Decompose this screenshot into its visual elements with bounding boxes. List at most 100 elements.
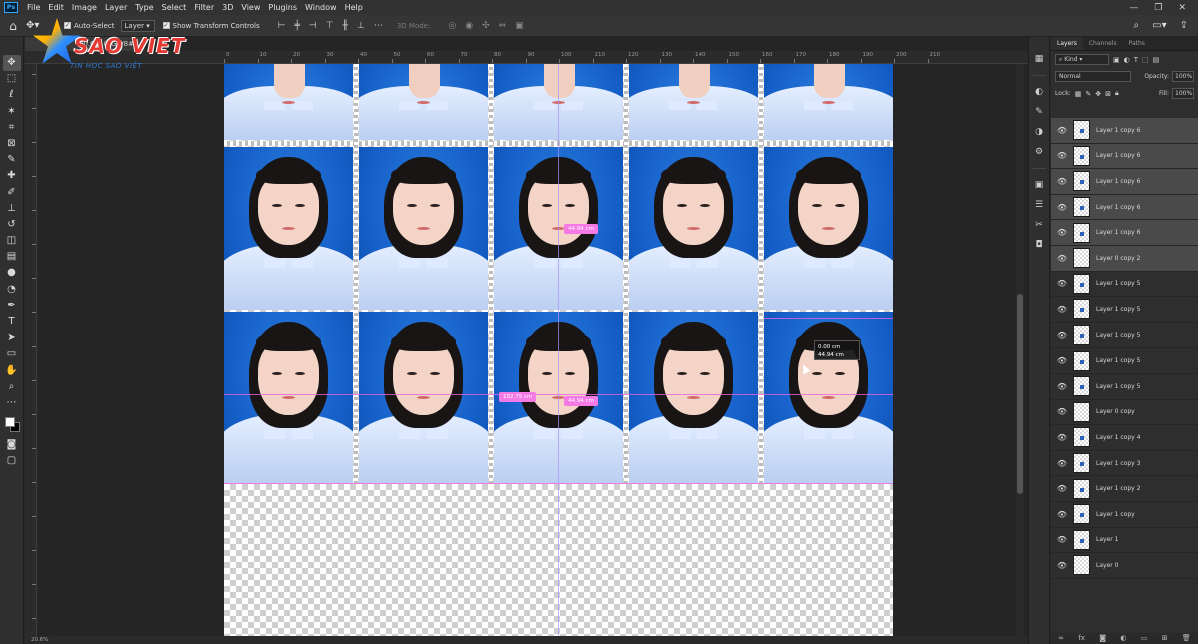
- visibility-eye-icon[interactable]: 👁︎: [1051, 203, 1073, 212]
- link-layers-icon[interactable]: ∞: [1058, 633, 1064, 644]
- layer-row[interactable]: 👁︎ Layer 0 copy: [1051, 400, 1198, 426]
- visibility-eye-icon[interactable]: 👁︎: [1051, 279, 1073, 288]
- visibility-eye-icon[interactable]: 👁︎: [1051, 459, 1073, 468]
- maximize-icon[interactable]: ❐: [1154, 3, 1162, 13]
- layer-row[interactable]: 👁︎ Layer 1 copy 5: [1051, 374, 1198, 400]
- visibility-eye-icon[interactable]: 👁︎: [1051, 177, 1073, 186]
- zoom-level[interactable]: 20.6%: [31, 637, 48, 643]
- layer-row[interactable]: 👁︎ Layer 1 copy 4: [1051, 425, 1198, 451]
- color-panel-icon[interactable]: ◐: [1031, 84, 1047, 100]
- menu-image[interactable]: Image: [68, 3, 101, 12]
- layer-style-icon[interactable]: fx: [1078, 633, 1085, 644]
- tab-paths[interactable]: Paths: [1123, 37, 1151, 50]
- eraser-tool-icon[interactable]: ◫: [3, 233, 21, 249]
- layer-row[interactable]: 👁︎ Layer 1 copy 6: [1051, 143, 1198, 170]
- clone-stamp-tool-icon[interactable]: ⊥: [3, 201, 21, 217]
- blend-mode-dropdown[interactable]: Normal: [1055, 71, 1131, 82]
- kind-filter-dropdown[interactable]: ⌕ Kind ▾: [1055, 54, 1109, 65]
- layer-row[interactable]: 👁︎ Layer 1 copy 5: [1051, 348, 1198, 374]
- id-photo-layer[interactable]: [224, 147, 353, 310]
- align-right-icon[interactable]: ⊣: [309, 21, 317, 31]
- opacity-input[interactable]: 100%: [1172, 71, 1194, 82]
- layer-row[interactable]: 👁︎ Layer 1 copy 6: [1051, 169, 1198, 195]
- 3d-roll-icon[interactable]: ◉: [465, 21, 473, 31]
- menu-edit[interactable]: Edit: [44, 3, 68, 12]
- info-panel-icon[interactable]: ✂: [1031, 217, 1047, 233]
- menu-layer[interactable]: Layer: [101, 3, 131, 12]
- id-photo-layer[interactable]: [359, 64, 488, 140]
- magic-wand-tool-icon[interactable]: ✶: [3, 104, 21, 120]
- filter-shape-icon[interactable]: ⬚: [1142, 56, 1149, 64]
- scrollbar-thumb[interactable]: [1017, 294, 1023, 494]
- new-group-icon[interactable]: ▭: [1141, 633, 1148, 644]
- visibility-eye-icon[interactable]: 👁︎: [1051, 228, 1073, 237]
- menu-file[interactable]: File: [23, 3, 44, 12]
- fill-input[interactable]: 100%: [1172, 88, 1194, 99]
- photoshop-app-icon[interactable]: Ps: [4, 2, 18, 13]
- layer-row[interactable]: 👁︎ Layer 1: [1051, 528, 1198, 554]
- trash-icon[interactable]: 🗑︎: [1182, 633, 1191, 644]
- paths-panel-icon[interactable]: ◘: [1031, 237, 1047, 253]
- layer-row[interactable]: 👁︎ Layer 0 copy 2: [1051, 245, 1198, 272]
- layer-row[interactable]: 👁︎ Layer 1 copy 3: [1051, 451, 1198, 477]
- visibility-eye-icon[interactable]: 👁︎: [1051, 484, 1073, 493]
- id-photo-layer[interactable]: [224, 312, 353, 483]
- more-tools-icon[interactable]: ⋯: [3, 395, 21, 411]
- menu-window[interactable]: Window: [301, 3, 341, 12]
- marquee-tool-icon[interactable]: ⬚: [3, 71, 21, 87]
- brush-panel-icon[interactable]: ✎: [1031, 104, 1047, 120]
- type-tool-icon[interactable]: T: [3, 314, 21, 330]
- layer-row[interactable]: 👁︎ Layer 1 copy 2: [1051, 476, 1198, 502]
- 3d-scale-icon[interactable]: ▣: [515, 21, 524, 31]
- visibility-eye-icon[interactable]: 👁︎: [1051, 510, 1073, 519]
- filter-pixel-icon[interactable]: ▣: [1113, 56, 1120, 64]
- libraries-panel-icon[interactable]: ▣: [1031, 177, 1047, 193]
- layer-row[interactable]: 👁︎ Layer 0: [1051, 553, 1198, 579]
- id-photo-layer[interactable]: [359, 312, 488, 483]
- id-photo-layer[interactable]: [359, 147, 488, 310]
- visibility-eye-icon[interactable]: 👁︎: [1051, 254, 1073, 263]
- zoom-tool-icon[interactable]: ⌕: [3, 379, 21, 395]
- home-icon[interactable]: ⌂: [0, 19, 26, 33]
- gradient-tool-icon[interactable]: ▤: [3, 249, 21, 265]
- filter-smart-object-icon[interactable]: ▤: [1153, 56, 1160, 64]
- visibility-eye-icon[interactable]: 👁︎: [1051, 151, 1073, 160]
- align-bottom-icon[interactable]: ⊥: [357, 21, 365, 31]
- menu-3d[interactable]: 3D: [218, 3, 237, 12]
- visibility-eye-icon[interactable]: 👁︎: [1051, 407, 1073, 416]
- align-hcenter-icon[interactable]: ╪: [294, 21, 299, 31]
- adjustments-panel-icon[interactable]: ◑: [1031, 124, 1047, 140]
- visibility-eye-icon[interactable]: 👁︎: [1051, 433, 1073, 442]
- lock-all-icon[interactable]: 🔒︎: [1115, 89, 1119, 98]
- align-left-icon[interactable]: ⊢: [278, 21, 286, 31]
- history-panel-icon[interactable]: ▦: [1031, 51, 1047, 67]
- visibility-eye-icon[interactable]: 👁︎: [1051, 126, 1073, 135]
- vertical-ruler[interactable]: [25, 64, 37, 644]
- screen-mode-icon[interactable]: ▢: [3, 453, 21, 469]
- share-icon[interactable]: ⇪: [1180, 20, 1188, 31]
- 3d-slide-icon[interactable]: ⇔: [499, 21, 507, 31]
- layer-row[interactable]: 👁︎ Layer 1 copy 6: [1051, 118, 1198, 144]
- properties-panel-icon[interactable]: ☰: [1031, 197, 1047, 213]
- layer-row[interactable]: 👁︎ Layer 1 copy: [1051, 502, 1198, 528]
- layer-row[interactable]: 👁︎ Layer 1 copy 6: [1051, 194, 1198, 221]
- quick-mask-icon[interactable]: ◙: [3, 437, 21, 453]
- add-mask-icon[interactable]: ◙: [1099, 633, 1106, 644]
- visibility-eye-icon[interactable]: 👁︎: [1051, 535, 1073, 544]
- close-icon[interactable]: ✕: [1178, 3, 1186, 13]
- canvas[interactable]: 44.94 cm 102.75 cm 44.94 cm 0.00 cm 44.94 cm: [224, 64, 893, 644]
- lock-artboard-icon[interactable]: ⊠: [1105, 90, 1111, 98]
- pen-tool-icon[interactable]: ✒: [3, 298, 21, 314]
- visibility-eye-icon[interactable]: 👁︎: [1051, 305, 1073, 314]
- 3d-pan-icon[interactable]: ✣: [482, 21, 490, 31]
- visibility-eye-icon[interactable]: 👁︎: [1051, 356, 1073, 365]
- layer-row[interactable]: 👁︎ Layer 1 copy 5: [1051, 323, 1198, 349]
- tab-channels[interactable]: Channels: [1083, 37, 1123, 50]
- new-adjustment-icon[interactable]: ◐: [1120, 633, 1126, 644]
- 3d-orbit-icon[interactable]: ◎: [448, 21, 456, 31]
- menu-select[interactable]: Select: [158, 3, 191, 12]
- visibility-eye-icon[interactable]: 👁︎: [1051, 331, 1073, 340]
- new-layer-icon[interactable]: ⊞: [1162, 633, 1168, 644]
- id-photo-layer[interactable]: [764, 147, 893, 310]
- search-icon[interactable]: ⌕: [1134, 20, 1140, 31]
